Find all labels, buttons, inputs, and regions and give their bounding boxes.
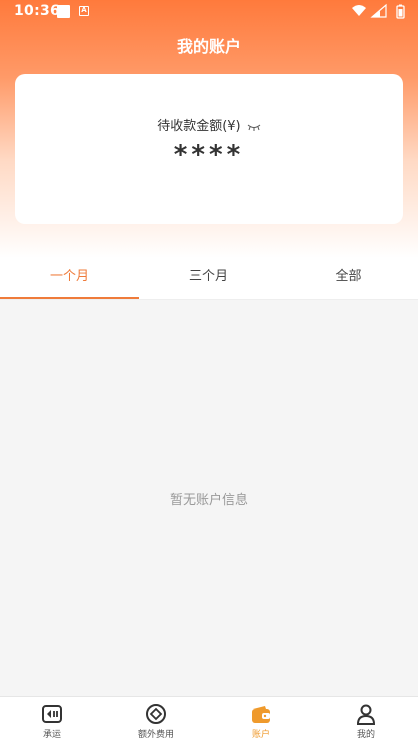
- status-bar: 10:36 A: [0, 0, 418, 24]
- tab-label: 一个月: [49, 269, 89, 284]
- system-status-icons: [352, 3, 405, 19]
- nav-label: 我的: [356, 730, 375, 740]
- period-tabs: 一个月 三个月 全部: [0, 258, 418, 300]
- nav-label: 额外费用: [137, 730, 174, 740]
- tab-all[interactable]: 全部: [279, 258, 418, 299]
- nav-item-mine[interactable]: 我的: [314, 697, 418, 743]
- tab-label: 全部: [335, 269, 362, 284]
- notification-a-icon: A: [79, 6, 89, 16]
- tab-one-month[interactable]: 一个月: [0, 258, 139, 299]
- extra-fee-icon: [146, 704, 166, 724]
- tab-label: 三个月: [188, 269, 228, 284]
- eye-closed-icon[interactable]: [247, 123, 261, 131]
- nav-label: 承运: [42, 730, 61, 740]
- nav-label: 账户: [251, 730, 270, 740]
- pending-amount-label: 待收款金额(¥): [157, 119, 241, 134]
- empty-state-text: 暂无账户信息: [169, 493, 248, 508]
- active-tab-indicator: [0, 297, 139, 299]
- nav-item-carrier[interactable]: 承运: [0, 697, 104, 743]
- nav-item-account[interactable]: 账户: [209, 697, 313, 743]
- bottom-nav: 承运 额外费用 账户 我的: [0, 696, 418, 743]
- nav-item-extra-fee[interactable]: 额外费用: [104, 697, 208, 743]
- pending-amount-row: 待收款金额(¥): [15, 115, 403, 134]
- notification-square-icon: [57, 5, 70, 18]
- profile-icon: [356, 704, 376, 725]
- tab-three-months[interactable]: 三个月: [139, 258, 278, 299]
- status-time: 10:36: [14, 3, 61, 19]
- pending-amount-value: ****: [173, 140, 245, 170]
- wallet-icon: [252, 706, 270, 723]
- signal-icon: [370, 3, 387, 18]
- wifi-icon: [352, 5, 366, 16]
- carrier-icon: [42, 705, 62, 723]
- balance-card: 待收款金额(¥) ****: [15, 74, 403, 224]
- page-title: 我的账户: [176, 37, 241, 56]
- battery-icon: [396, 4, 405, 19]
